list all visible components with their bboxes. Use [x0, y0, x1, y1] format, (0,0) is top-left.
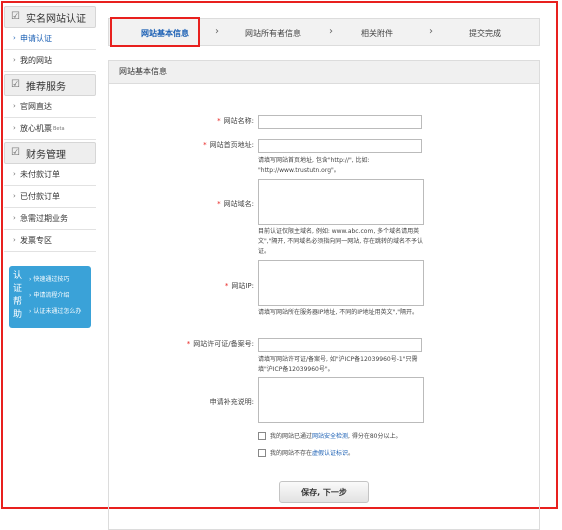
homepage-label: * 网站首页地址:	[203, 141, 254, 149]
sidebar-item-paid[interactable]: › 已付款订单	[4, 186, 96, 208]
sidebar-item-label: 官网直达	[20, 102, 52, 111]
notes-label: 申请补充说明:	[209, 398, 254, 406]
arrow-icon: ›	[13, 170, 16, 178]
sidebar-item-label: 急需过期业务	[20, 214, 68, 223]
icp-input[interactable]	[258, 338, 422, 352]
edit-icon: ☑	[11, 79, 20, 90]
domain-textarea[interactable]	[258, 179, 424, 225]
homepage-hint: 请填写网站首页地址, 包含"http://", 比如: "http://www.…	[258, 157, 370, 174]
arrow-icon: ›	[13, 34, 16, 42]
ip-textarea[interactable]	[258, 260, 424, 306]
domain-hint: 目前认证仅限主域名, 例如: www.abc.com, 多个域名请用英文","隔…	[258, 228, 424, 255]
sidebar-item-official-site[interactable]: › 官网直达	[4, 96, 96, 118]
arrow-icon: ›	[13, 102, 16, 110]
chevron-right-icon: ›	[429, 26, 433, 37]
sidebar-item-my-sites[interactable]: › 我的网站	[4, 50, 96, 72]
homepage-input[interactable]	[258, 139, 422, 153]
icp-label: * 网站许可证/备案号:	[186, 340, 254, 348]
section-title: 推荐服务	[26, 81, 66, 93]
help-title: 认证帮助	[13, 271, 23, 320]
fake-mark-option[interactable]: 我的网站不存在 虚假认证标识。	[258, 448, 354, 457]
sidebar-item-invoice[interactable]: › 发票专区	[4, 230, 96, 252]
sidebar: ☑ 实名网站认证 › 申请认证 › 我的网站 ☑ 推荐服务 › 官网直达 › 放…	[4, 4, 96, 252]
sidebar-item-tickets[interactable]: › 放心机票 Beta	[4, 118, 96, 140]
sidebar-item-expiring[interactable]: › 急需过期业务	[4, 208, 96, 230]
help-link-process[interactable]: › 申请流程介绍	[29, 288, 81, 304]
step-submit: 提交完成	[469, 29, 501, 38]
ip-hint: 请填写网站所在服务器IP地址, 不同的IP地址用英文","隔开。	[258, 309, 419, 316]
edit-icon: ☑	[11, 147, 20, 158]
save-next-button[interactable]: 保存, 下一步	[279, 481, 369, 503]
security-check-option[interactable]: 我的网站已通过 网站安全检测, 得分在80分以上。	[258, 431, 401, 440]
site-name-input[interactable]	[258, 115, 422, 129]
sidebar-item-label: 申请认证	[20, 34, 52, 43]
notes-textarea[interactable]	[258, 377, 424, 423]
sidebar-item-label: 放心机票	[20, 124, 52, 133]
arrow-icon: ›	[13, 236, 16, 244]
section-title: 实名网站认证	[26, 13, 86, 25]
sidebar-item-apply[interactable]: › 申请认证	[4, 28, 96, 50]
sidebar-item-label: 已付款订单	[20, 192, 60, 201]
sidebar-item-label: 未付款订单	[20, 170, 60, 179]
form-panel: 网站基本信息 * 网站名称: * 网站首页地址: 请填写网站首页地址, 包含"htt…	[108, 60, 540, 530]
help-box: 认证帮助 › 快速通过技巧 › 申请流程介绍 › 认证未通过怎么办	[9, 266, 91, 328]
arrow-icon: ›	[13, 192, 16, 200]
help-link-tips[interactable]: › 快速通过技巧	[29, 272, 81, 288]
section-header-recommended[interactable]: ☑ 推荐服务	[4, 74, 96, 96]
section-header-verification[interactable]: ☑ 实名网站认证	[4, 6, 96, 28]
sidebar-item-unpaid[interactable]: › 未付款订单	[4, 164, 96, 186]
checkbox[interactable]	[258, 431, 266, 440]
edit-icon: ☑	[11, 11, 20, 22]
panel-title: 网站基本信息	[109, 61, 539, 84]
step-owner-info: 网站所有者信息	[245, 29, 301, 38]
step-attachments: 相关附件	[361, 29, 393, 38]
beta-badge: Beta	[53, 125, 65, 132]
icp-hint: 请填写网站许可证/备案号, 如"沪ICP备12039960号-1"只需填"沪IC…	[258, 356, 418, 373]
fake-mark-link[interactable]: 虚假认证标识	[312, 448, 348, 457]
site-name-label: * 网站名称:	[217, 117, 254, 125]
step-bar: 网站基本信息 › 网站所有者信息 › 相关附件 › 提交完成	[108, 17, 540, 47]
step-basic-info: 网站基本信息	[141, 29, 189, 38]
sidebar-item-label: 发票专区	[20, 236, 52, 245]
domain-label: * 网站域名:	[217, 200, 254, 208]
help-link-failed[interactable]: › 认证未通过怎么办	[29, 304, 81, 320]
section-header-finance[interactable]: ☑ 财务管理	[4, 142, 96, 164]
ip-label: * 网站IP:	[224, 282, 254, 290]
security-check-link[interactable]: 网站安全检测	[312, 431, 348, 440]
arrow-icon: ›	[13, 124, 16, 132]
section-title: 财务管理	[26, 149, 66, 161]
chevron-right-icon: ›	[215, 26, 219, 37]
sidebar-item-label: 我的网站	[20, 56, 52, 65]
arrow-icon: ›	[13, 56, 16, 64]
arrow-icon: ›	[13, 214, 16, 222]
chevron-right-icon: ›	[329, 26, 333, 37]
checkbox[interactable]	[258, 448, 266, 457]
